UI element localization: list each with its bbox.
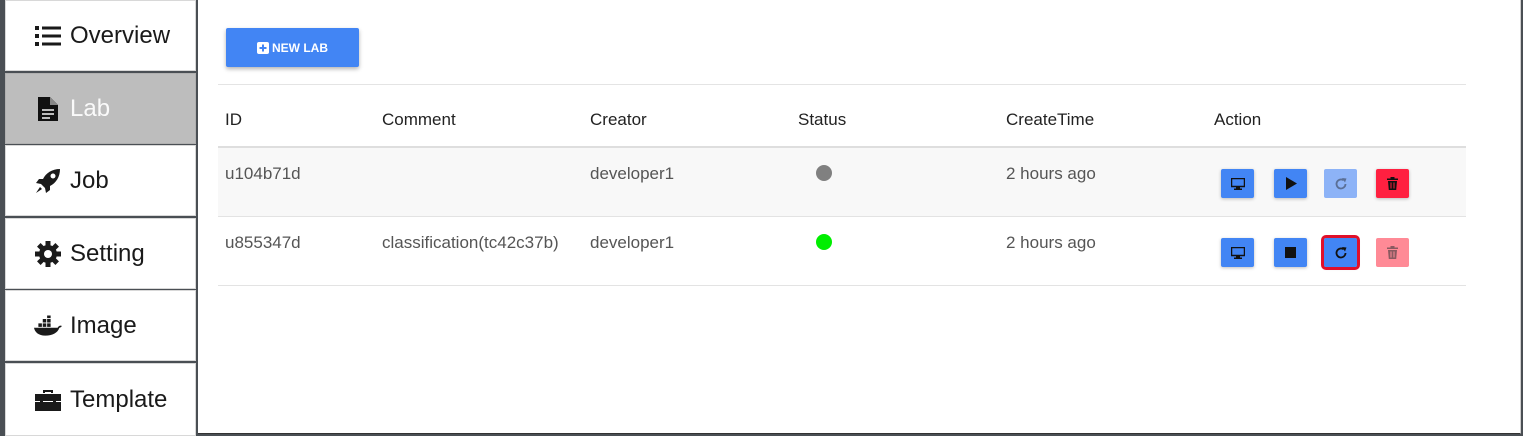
restart-button[interactable] (1324, 169, 1357, 198)
rocket-icon (34, 167, 62, 195)
refresh-icon (1334, 177, 1348, 191)
plus-square-icon (257, 41, 269, 54)
restart-button[interactable] (1321, 235, 1360, 270)
sidebar-item-label: Image (70, 311, 137, 339)
lab-createtime: 2 hours ago (1006, 233, 1096, 252)
new-lab-label: NEW LAB (272, 40, 328, 55)
lab-id: u104b71d (225, 164, 301, 183)
list-icon (34, 22, 62, 50)
new-lab-button[interactable]: NEW LAB (226, 28, 359, 67)
monitor-icon (1230, 177, 1245, 190)
lab-creator: developer1 (590, 164, 675, 183)
table-row: u855347d classification(tc42c37b) develo… (218, 217, 1466, 286)
sidebar-item-job[interactable]: Job (5, 145, 196, 216)
table-header: ID Comment Creator Status CreateTime Act… (218, 86, 1466, 148)
column-header-comment: Comment (382, 110, 456, 129)
column-header-createtime: CreateTime (1006, 110, 1095, 129)
status-indicator (816, 165, 832, 181)
sidebar-item-setting[interactable]: Setting (5, 218, 196, 289)
toolbox-icon (34, 386, 62, 414)
open-desktop-button[interactable] (1221, 169, 1254, 198)
docker-icon (34, 312, 62, 340)
sidebar-item-label: Setting (70, 239, 145, 267)
table-row: u104b71d developer1 2 hours ago (218, 148, 1466, 217)
gear-icon (34, 240, 62, 268)
trash-icon (1387, 246, 1398, 259)
lab-comment: classification(tc42c37b) (382, 233, 559, 252)
file-icon (34, 95, 62, 123)
sidebar-item-template[interactable]: Template (5, 363, 196, 436)
stop-button[interactable] (1274, 238, 1307, 267)
sidebar: Overview Lab Job Setting Image Template (5, 0, 198, 436)
refresh-icon (1334, 246, 1348, 260)
open-desktop-button[interactable] (1221, 238, 1254, 267)
column-header-action: Action (1214, 110, 1262, 129)
sidebar-item-overview[interactable]: Overview (5, 0, 196, 71)
lab-panel: NEW LAB ID Comment Creator Status Create… (198, 0, 1521, 434)
lab-creator: developer1 (590, 233, 675, 252)
sidebar-item-label: Lab (70, 94, 111, 122)
sidebar-item-lab[interactable]: Lab (5, 73, 196, 144)
status-indicator (816, 234, 832, 250)
divider (218, 84, 1466, 85)
monitor-icon (1230, 246, 1245, 259)
sidebar-item-image[interactable]: Image (5, 290, 196, 361)
sidebar-item-label: Job (70, 166, 109, 194)
sidebar-item-label: Overview (70, 21, 171, 49)
delete-button[interactable] (1376, 169, 1409, 198)
sidebar-item-label: Template (70, 385, 168, 413)
play-icon (1285, 177, 1297, 190)
column-header-creator: Creator (590, 110, 647, 129)
stop-icon (1285, 247, 1296, 258)
trash-icon (1387, 177, 1398, 190)
lab-createtime: 2 hours ago (1006, 164, 1096, 183)
column-header-status: Status (798, 110, 847, 129)
start-button[interactable] (1274, 169, 1307, 198)
lab-id: u855347d (225, 233, 301, 252)
delete-button[interactable] (1376, 238, 1409, 267)
column-header-id: ID (225, 110, 242, 129)
